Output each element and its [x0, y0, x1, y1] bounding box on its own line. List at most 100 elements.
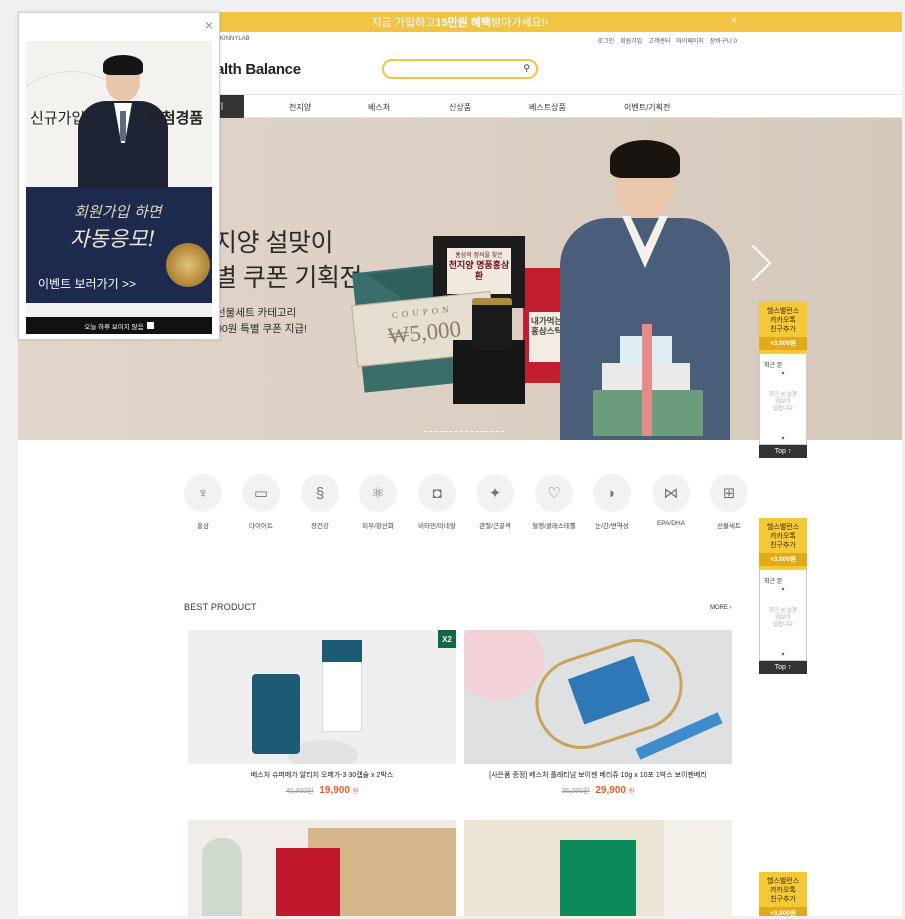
site-logo[interactable]: alth Balance: [216, 61, 301, 78]
category-label: 혈행/콜레스테롤: [532, 523, 576, 530]
arrow-down-icon[interactable]: ▾: [760, 651, 806, 658]
brand-mini-link[interactable]: SKINNYLAB: [216, 36, 250, 42]
product-card[interactable]: [464, 820, 732, 916]
more-link[interactable]: MORE ›: [710, 605, 732, 611]
product-card[interactable]: X2 베스처 슈퍼메가 알티지 오메가-3 30캡슐 x 2박스 40,000원…: [188, 630, 456, 796]
category-liver[interactable]: ◗ 눈/간/면역성: [583, 474, 641, 530]
hero-sub-line2: 00원 특별 쿠폰 지급!: [216, 323, 307, 335]
chevron-right-icon[interactable]: [734, 244, 772, 282]
kakao-add-friend[interactable]: 헬스밸런스 카카오톡 친구추가 +3,000원: [759, 302, 807, 353]
nav-item-cheonjiyang[interactable]: 천지양: [289, 102, 311, 113]
category-blood[interactable]: ♡ 혈행/콜레스테롤: [525, 474, 583, 530]
category-ginseng[interactable]: ♆ 홍삼: [174, 474, 232, 530]
product-image[interactable]: [464, 820, 732, 916]
search-icon[interactable]: ⚲: [523, 63, 530, 74]
red-box: [276, 848, 340, 916]
sale-price: 29,900: [595, 785, 626, 796]
product-card[interactable]: [사은품 증정] 베스처 플래티넘 보이젠 베리쥬 10g x 10포 1박스 …: [464, 630, 732, 796]
kakao-points: +3,000원: [759, 907, 807, 916]
product-image[interactable]: [188, 820, 456, 916]
signup-event-popup: × 신규가입 추첨경품 회원가입 하면 자동응모! 이벤트 보러가기 >> 오늘…: [18, 12, 220, 340]
gift-icon: ⊞: [710, 474, 748, 512]
promo-text-highlight: 15만원 혜택: [435, 17, 492, 29]
util-links: 로그인 회원가입 고객센터 마이페이지 장바구니 0: [598, 36, 737, 45]
popup-signup-text: 신규가입: [30, 110, 86, 127]
customer-center-link[interactable]: 고객센터: [648, 36, 670, 45]
close-icon[interactable]: ×: [205, 17, 213, 33]
popup-handwriting-2: 자동응모!: [70, 227, 156, 251]
product-image[interactable]: X2: [188, 630, 456, 764]
login-link[interactable]: 로그인: [598, 36, 615, 45]
search-input[interactable]: ⚲: [382, 59, 538, 79]
promo-text-after: 받아가세요!: [491, 17, 545, 29]
category-label: EPA/DHA: [656, 520, 686, 527]
category-label: 홍삼: [197, 523, 209, 530]
category-label: 비타민/미네랄: [418, 523, 456, 530]
heartbeat-icon: ♡: [535, 474, 573, 512]
product-name[interactable]: 베스처 슈퍼메가 알티지 오메가-3 30캡슐 x 2박스: [188, 770, 456, 780]
model-hair: [103, 55, 143, 75]
kakao-line2: 카카오톡: [770, 887, 796, 894]
model-tie: [120, 111, 126, 141]
kakao-line3: 친구추가: [770, 896, 796, 903]
recent-empty-2: 정보가: [775, 615, 791, 621]
arrow-up-icon[interactable]: ▴: [764, 369, 802, 376]
sale-price: 19,900: [319, 785, 350, 796]
category-label: 눈/간/면역성: [595, 523, 629, 530]
category-vitamin[interactable]: ◘ 비타민/미네랄: [408, 474, 466, 530]
ginseng-icon: ♆: [184, 474, 222, 512]
popup-handwriting-1: 회원가입 하면: [74, 203, 162, 221]
joint-icon: ✦: [476, 474, 514, 512]
category-joint[interactable]: ✦ 관절/근골격: [466, 474, 524, 530]
category-gut[interactable]: § 장건강: [291, 474, 349, 530]
cart-link[interactable]: 장바구니 0: [710, 36, 737, 45]
recent-empty: 최근 본 상품 정보가 없습니다: [764, 608, 802, 629]
kakao-add-friend[interactable]: 헬스밸런스 카카오톡 친구추가 +3,000원: [759, 872, 807, 916]
hero-sub-line1: 선물세트 카테고리: [216, 307, 297, 319]
kakao-line2: 카카오톡: [770, 533, 796, 540]
popup-event-image[interactable]: 신규가입 추첨경품 회원가입 하면 자동응모! 이벤트 보러가기 >>: [26, 41, 212, 327]
dont-show-today[interactable]: 오늘 하루 보이지 않음: [26, 317, 212, 334]
product-image[interactable]: [464, 630, 732, 764]
top-button[interactable]: Top ↑: [759, 445, 807, 458]
mypage-link[interactable]: 마이페이지: [676, 36, 704, 45]
signup-link[interactable]: 회원가입: [620, 36, 642, 45]
arrow-down-icon[interactable]: ▾: [760, 435, 806, 442]
close-icon[interactable]: ×: [731, 15, 737, 27]
slider-pagination[interactable]: [424, 431, 504, 432]
category-gift[interactable]: ⊞ 선물세트: [700, 474, 758, 530]
recent-title: 최근 본: [764, 363, 783, 369]
recent-empty-1: 최근 본 상품: [768, 392, 798, 398]
recent-empty-3: 없습니다: [772, 406, 794, 412]
nav-item-bestcher[interactable]: 베스처: [368, 102, 390, 113]
category-skin[interactable]: ⚛ 피부/항산화: [349, 474, 407, 530]
recent-empty-1: 최근 본 상품: [768, 608, 798, 614]
popup-lucky-text: 추첨경품: [148, 110, 204, 127]
product-card[interactable]: [188, 820, 456, 916]
quick-menu: 헬스밸런스 카카오톡 친구추가 +3,000원: [759, 872, 807, 916]
kakao-add-friend[interactable]: 헬스밸런스 카카오톡 친구추가 +3,000원: [759, 518, 807, 569]
nav-item-event[interactable]: 이벤트/기획전: [624, 102, 670, 113]
category-label: 장건강: [311, 523, 329, 530]
category-diet[interactable]: ▭ 다이어트: [232, 474, 290, 530]
arrow-up-icon[interactable]: ▴: [764, 585, 802, 592]
nav-item-new[interactable]: 신상품: [449, 102, 471, 113]
category-label: 다이어트: [249, 523, 273, 530]
top-button[interactable]: Top ↑: [759, 661, 807, 674]
gift-box-name: 천지양 명품홍삼환: [448, 260, 510, 281]
kakao-points: +3,000원: [759, 337, 807, 350]
nav-item-best[interactable]: 베스트상품: [529, 102, 566, 113]
promo-text-before: 지금 가입하고: [371, 17, 436, 29]
kakao-line1: 헬스밸런스: [766, 524, 800, 531]
liver-icon: ◗: [593, 474, 631, 512]
checkbox[interactable]: [146, 322, 154, 329]
x2-badge: X2: [438, 630, 456, 648]
product-name[interactable]: [사은품 증정] 베스처 플래티넘 보이젠 베리쥬 10g x 10포 1박스 …: [464, 770, 732, 780]
event-link[interactable]: 이벤트 보러가기 >>: [38, 275, 136, 292]
quick-menu: 헬스밸런스 카카오톡 친구추가 +3,000원 최근 본 ▴ 최근 본 상품 정…: [759, 518, 807, 674]
category-epa[interactable]: ⋈ EPA/DHA: [642, 474, 700, 527]
hero-subtitle: 선물세트 카테고리 00원 특별 쿠폰 지급!: [216, 305, 307, 337]
kakao-line1: 헬스밸런스: [766, 878, 800, 885]
original-price: 40,000원: [285, 788, 314, 795]
atom-icon: ⚛: [359, 474, 397, 512]
